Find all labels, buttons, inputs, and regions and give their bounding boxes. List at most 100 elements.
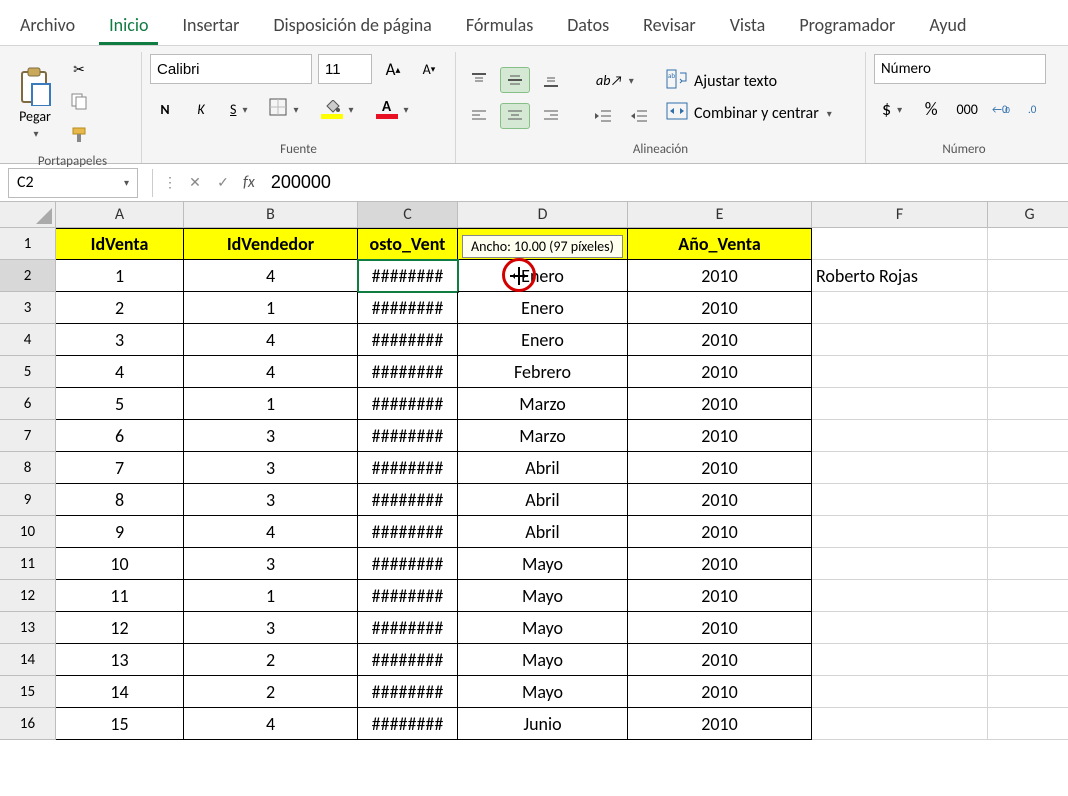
row-header-5[interactable]: 5 [0,356,56,388]
row-header-6[interactable]: 6 [0,388,56,420]
row-header-4[interactable]: 4 [0,324,56,356]
cell-E8[interactable]: 2010 [628,452,812,484]
cell-B14[interactable]: 2 [184,644,358,676]
row-header-7[interactable]: 7 [0,420,56,452]
column-header-F[interactable]: F [812,202,988,228]
cell-G1[interactable] [988,228,1068,260]
cell-A6[interactable]: 5 [56,388,184,420]
align-right-button[interactable] [536,103,566,129]
header-cell-E[interactable]: Año_Venta [628,228,812,260]
decrease-indent-button[interactable] [588,103,618,129]
cell-C14[interactable]: ######## [358,644,458,676]
cell-A9[interactable]: 8 [56,484,184,516]
tab-formulas[interactable]: Fórmulas [456,6,543,45]
cell-B11[interactable]: 3 [184,548,358,580]
cell-F7[interactable] [812,420,988,452]
cell-E13[interactable]: 2010 [628,612,812,644]
underline-button[interactable]: S▾ [222,94,255,124]
borders-button[interactable]: ▾ [261,94,306,124]
cell-E14[interactable]: 2010 [628,644,812,676]
row-header-2[interactable]: 2 [0,260,56,292]
cell-G10[interactable] [988,516,1068,548]
cell-D15[interactable]: Mayo [458,676,628,708]
column-header-A[interactable]: A [56,202,184,228]
wrap-text-button[interactable]: ab Ajustar texto [666,69,832,94]
cell-D9[interactable]: Abril [458,484,628,516]
cell-B10[interactable]: 4 [184,516,358,548]
thousands-button[interactable]: 000 [952,94,982,124]
cell-C8[interactable]: ######## [358,452,458,484]
cell-E12[interactable]: 2010 [628,580,812,612]
cell-C5[interactable]: ######## [358,356,458,388]
cell-E2[interactable]: 2010 [628,260,812,292]
cell-D8[interactable]: Abril [458,452,628,484]
cell-G14[interactable] [988,644,1068,676]
cell-D4[interactable]: Enero [458,324,628,356]
cell-F9[interactable] [812,484,988,516]
cell-G7[interactable] [988,420,1068,452]
cell-D12[interactable]: Mayo [458,580,628,612]
increase-indent-button[interactable] [624,103,654,129]
fill-color-button[interactable]: ▾ [313,94,362,124]
column-header-B[interactable]: B [184,202,358,228]
increase-decimal-button[interactable]: ←0.0 [988,94,1018,124]
cell-G2[interactable] [988,260,1068,292]
row-header-9[interactable]: 9 [0,484,56,516]
number-format-select[interactable]: Número [874,54,1046,84]
font-size-select[interactable] [318,54,372,84]
tab-datos[interactable]: Datos [557,6,619,45]
accept-formula-button[interactable]: ✓ [209,169,237,197]
format-painter-button[interactable] [64,122,94,152]
cell-A12[interactable]: 11 [56,580,184,612]
cell-G9[interactable] [988,484,1068,516]
cell-D11[interactable]: Mayo [458,548,628,580]
cell-B13[interactable]: 3 [184,612,358,644]
cell-C4[interactable]: ######## [358,324,458,356]
cell-G4[interactable] [988,324,1068,356]
cell-D14[interactable]: Mayo [458,644,628,676]
cell-B5[interactable]: 4 [184,356,358,388]
cell-D10[interactable]: Abril [458,516,628,548]
header-cell-A[interactable]: IdVenta [56,228,184,260]
cell-G13[interactable] [988,612,1068,644]
cell-A11[interactable]: 10 [56,548,184,580]
cell-F6[interactable] [812,388,988,420]
italic-button[interactable]: K [186,94,216,124]
cell-A15[interactable]: 14 [56,676,184,708]
column-header-C[interactable]: C [358,202,458,228]
cell-E15[interactable]: 2010 [628,676,812,708]
currency-button[interactable]: $▾ [874,94,910,124]
cell-G8[interactable] [988,452,1068,484]
cell-C7[interactable]: ######## [358,420,458,452]
cell-B3[interactable]: 1 [184,292,358,324]
cell-F12[interactable] [812,580,988,612]
cell-C10[interactable]: ######## [358,516,458,548]
cell-B2[interactable]: 4 [184,260,358,292]
font-color-button[interactable]: A▾ [368,94,417,124]
cell-G16[interactable] [988,708,1068,740]
cell-C11[interactable]: ######## [358,548,458,580]
row-header-13[interactable]: 13 [0,612,56,644]
cell-E6[interactable]: 2010 [628,388,812,420]
tab-insertar[interactable]: Insertar [172,6,249,45]
cell-A5[interactable]: 4 [56,356,184,388]
cell-E5[interactable]: 2010 [628,356,812,388]
tab-disposicion[interactable]: Disposición de página [263,6,441,45]
column-header-E[interactable]: E [628,202,812,228]
cell-C12[interactable]: ######## [358,580,458,612]
cell-A3[interactable]: 2 [56,292,184,324]
cell-G12[interactable] [988,580,1068,612]
cell-A13[interactable]: 12 [56,612,184,644]
row-header-10[interactable]: 10 [0,516,56,548]
orientation-button[interactable]: ab↗▾ [588,65,642,95]
paste-button[interactable]: Pegar ▾ [12,64,58,142]
cell-D7[interactable]: Marzo [458,420,628,452]
decrease-decimal-button[interactable]: .0 [1024,94,1054,124]
tab-inicio[interactable]: Inicio [99,6,158,45]
cell-F10[interactable] [812,516,988,548]
header-cell-C[interactable]: osto_Vent [358,228,458,260]
cell-C15[interactable]: ######## [358,676,458,708]
cell-G3[interactable] [988,292,1068,324]
cut-button[interactable]: ✂ [64,54,94,84]
fx-icon[interactable]: fx [243,173,255,192]
